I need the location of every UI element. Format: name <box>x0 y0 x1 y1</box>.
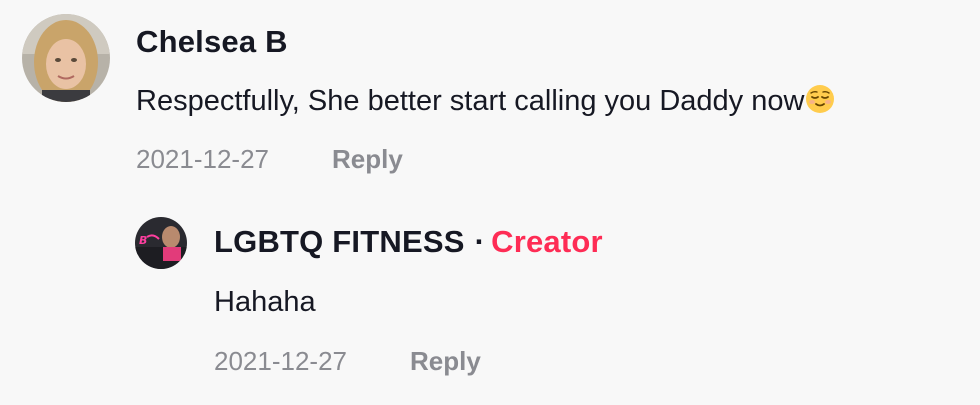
creator-avatar-image: B <box>135 217 187 269</box>
avatar[interactable] <box>22 14 110 102</box>
separator-dot: · <box>474 224 486 259</box>
reply-button[interactable]: Reply <box>332 144 403 175</box>
reply-author-line: LGBTQ FITNESS · Creator <box>214 224 603 260</box>
user-avatar-image <box>22 14 110 102</box>
comment-author[interactable]: Chelsea B <box>136 24 288 60</box>
reply-item: B LGBTQ FITNESS · Creator Hahaha 2021-12-2… <box>0 200 980 400</box>
creator-avatar[interactable]: B <box>135 217 187 269</box>
svg-text:B: B <box>139 234 147 247</box>
creator-badge: Creator <box>491 224 603 259</box>
comment-date: 2021-12-27 <box>136 144 269 174</box>
comment-text-body: Respectfully, She better start calling y… <box>136 85 805 117</box>
comment-item: Chelsea B Respectfully, She better start… <box>0 0 980 190</box>
comment-text: Respectfully, She better start calling y… <box>136 84 835 122</box>
reply-button-secondary[interactable]: Reply <box>410 346 481 377</box>
reply-text: Hahaha <box>214 286 316 318</box>
relieved-face-emoji <box>805 84 835 122</box>
reply-date: 2021-12-27 <box>214 346 347 376</box>
reply-author[interactable]: LGBTQ FITNESS <box>214 224 465 259</box>
